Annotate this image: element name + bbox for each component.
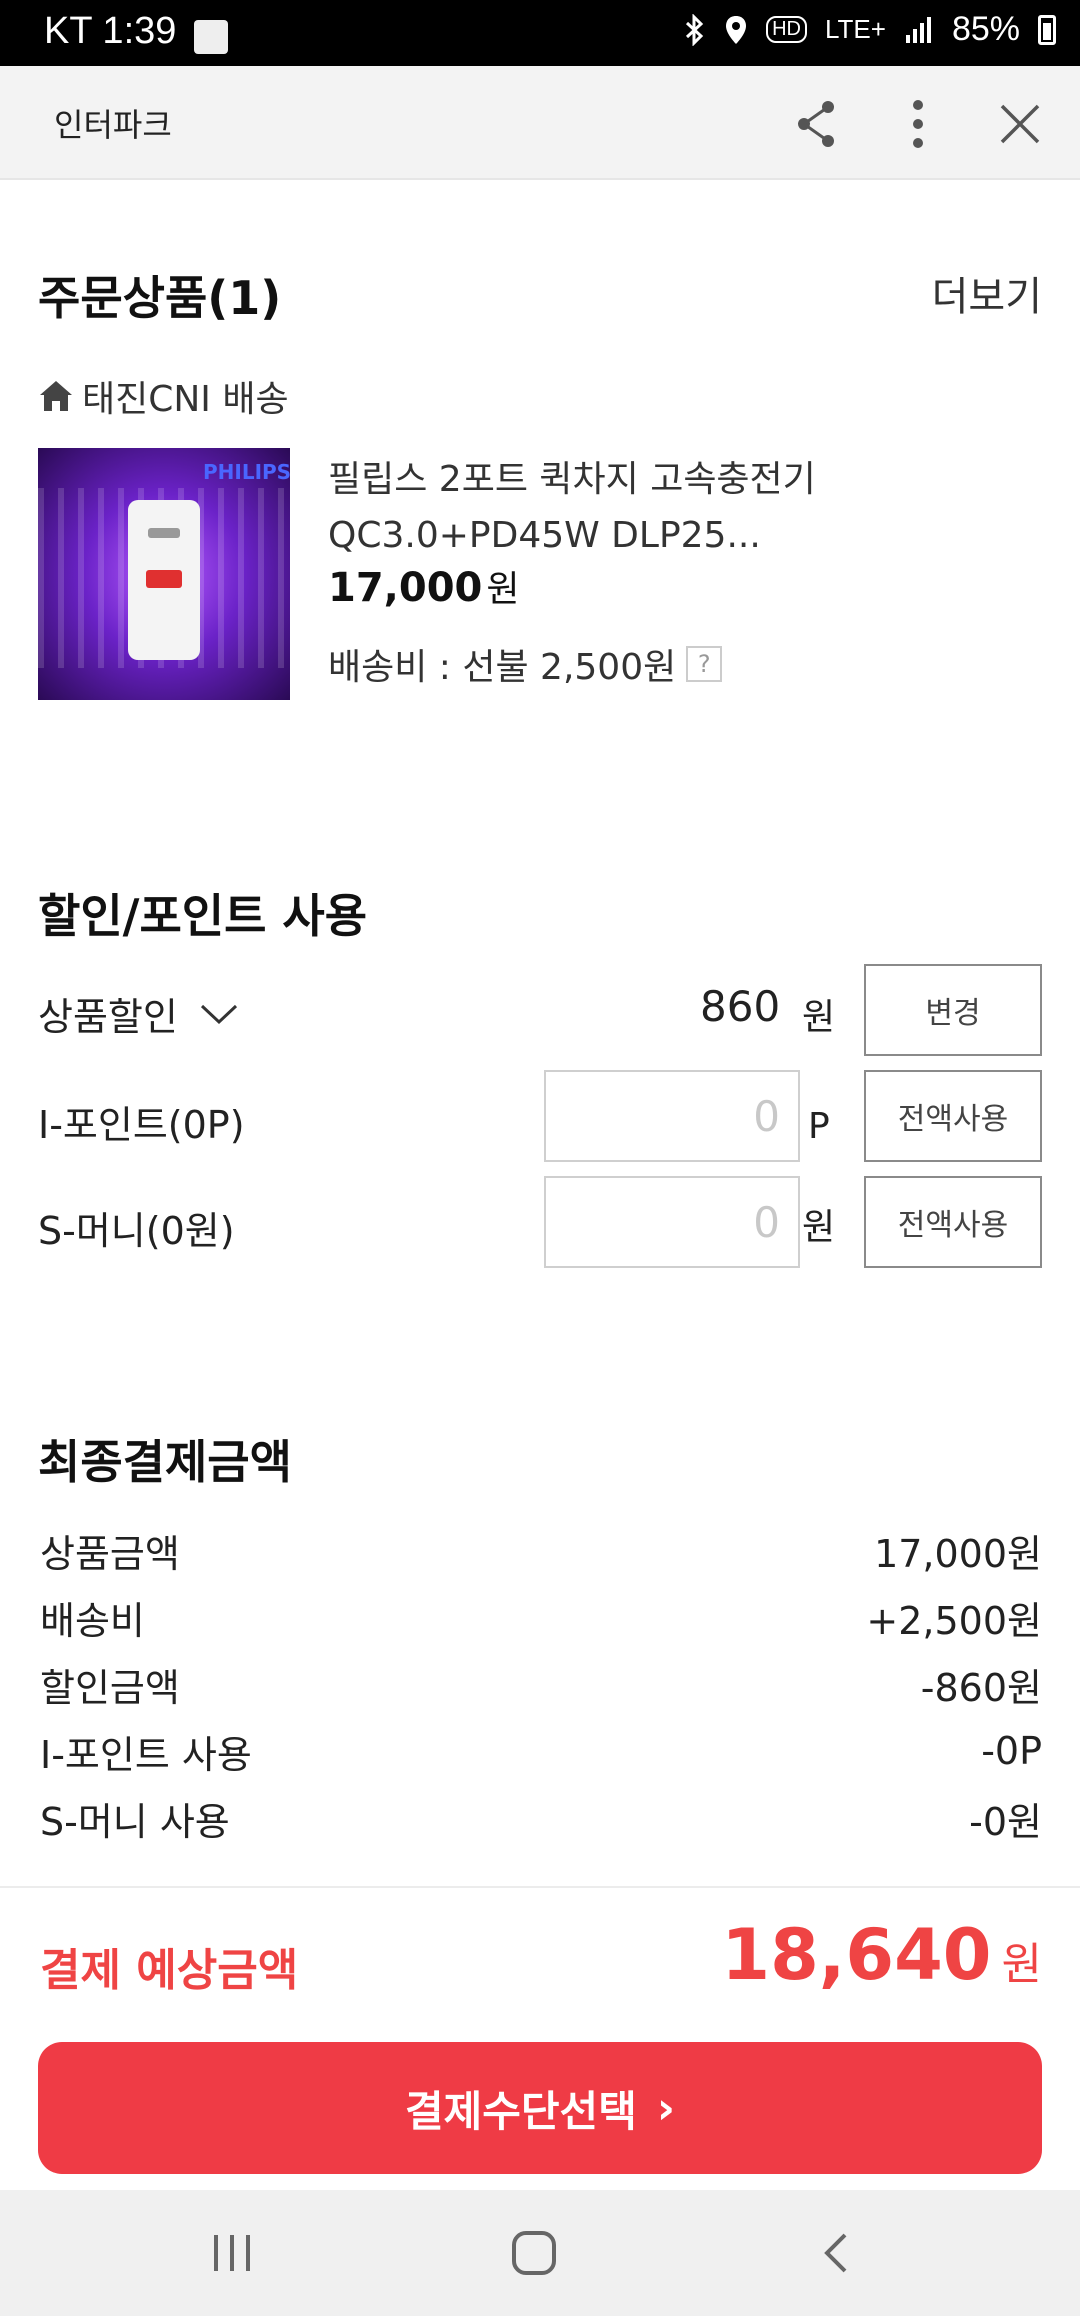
ipoint-unit: P — [808, 1106, 830, 1147]
summary-value: -0원 — [969, 1799, 1042, 1844]
price-value: 17,000 — [328, 565, 483, 611]
summary-label: S-머니 사용 — [40, 1799, 230, 1844]
summary-value: -860원 — [920, 1665, 1042, 1710]
ipoint-use-all-button[interactable]: 전액사용 — [864, 1070, 1042, 1162]
summary-label: I-포인트 사용 — [40, 1732, 252, 1777]
usb-a-port — [146, 570, 182, 588]
back-icon[interactable] — [796, 2218, 876, 2288]
summary-label: 상품금액 — [40, 1531, 180, 1576]
status-time: KT 1:39 — [44, 10, 177, 52]
product-name[interactable]: 필립스 2포트 퀵차지 고속충전기 QC3.0+PD45W DLP25... — [328, 452, 816, 564]
network-label: LTE+ — [825, 14, 886, 44]
thumb-brand: PHILIPS — [203, 460, 290, 484]
share-icon[interactable] — [786, 94, 846, 154]
bluetooth-icon — [686, 13, 704, 46]
product-thumbnail[interactable]: PHILIPS — [38, 448, 290, 700]
signal-icon — [905, 16, 931, 43]
discount-title: 할인/포인트 사용 — [38, 889, 368, 943]
summary-value: -0P — [981, 1729, 1042, 1773]
product-name-line2: QC3.0+PD45W DLP25... — [328, 515, 761, 556]
expected-amount-value: 18,640 — [721, 1914, 992, 1996]
status-bar: KT 1:39 HD LTE+ 85% — [0, 0, 1080, 66]
change-discount-button[interactable]: 변경 — [864, 964, 1042, 1056]
more-vert-icon[interactable] — [888, 94, 948, 154]
summary-value: 17,000원 — [874, 1531, 1042, 1576]
product-name-line1: 필립스 2포트 퀵차지 고속충전기 — [328, 459, 816, 500]
summary-row: 상품금액 17,000원 — [40, 1520, 1042, 1580]
app-title: 인터파크 — [54, 106, 172, 144]
expected-payment-amount: 18,640 원 — [721, 1914, 1042, 1996]
smoney-unit: 원 — [802, 1207, 836, 1248]
summary-row: I-포인트 사용 -0P — [40, 1721, 1042, 1781]
smoney-label: S-머니(0원) — [38, 1209, 235, 1253]
product-discount-value: 860 — [700, 982, 781, 1031]
usb-c-port — [148, 528, 180, 538]
order-title: 주문상품(1) — [38, 271, 282, 325]
summary-label: 배송비 — [40, 1598, 145, 1643]
smoney-input[interactable]: 0 — [544, 1176, 800, 1268]
cta-label: 결제수단선택 — [405, 2086, 637, 2136]
summary-row: S-머니 사용 -0원 — [40, 1788, 1042, 1848]
shipping-fee: 배송비 : 선불 2,500원 — [328, 647, 677, 688]
home-icon — [40, 381, 72, 411]
help-icon[interactable]: ? — [686, 646, 723, 682]
divider — [0, 1886, 1080, 1888]
battery-icon — [1038, 14, 1056, 45]
ipoint-input[interactable]: 0 — [544, 1070, 800, 1162]
chevron-down-icon — [200, 1004, 237, 1024]
battery-percent: 85% — [951, 10, 1020, 48]
location-icon — [726, 15, 747, 44]
product-discount-label: 상품할인 — [38, 995, 178, 1039]
summary-label: 할인금액 — [40, 1665, 180, 1710]
seller-row: 태진CNI 배송 — [38, 370, 289, 422]
system-nav-bar — [0, 2190, 1080, 2316]
smoney-use-all-button[interactable]: 전액사용 — [864, 1176, 1042, 1268]
status-right: HD LTE+ 85% — [684, 10, 1056, 49]
home-button-icon[interactable] — [494, 2218, 574, 2288]
summary-row: 배송비 +2,500원 — [40, 1587, 1042, 1647]
seller-name: 태진CNI 배송 — [82, 379, 289, 420]
price-unit: 원 — [486, 569, 520, 610]
more-link[interactable]: 더보기 — [932, 264, 1042, 322]
close-icon[interactable] — [990, 94, 1050, 154]
app-bar: 인터파크 — [0, 66, 1080, 180]
product-discount-toggle[interactable]: 상품할인 — [38, 986, 238, 1041]
select-payment-button[interactable]: 결제수단선택 › — [38, 2042, 1042, 2174]
summary-value: +2,500원 — [866, 1598, 1042, 1643]
expected-payment-label: 결제 예상금액 — [40, 1945, 299, 1996]
hd-icon: HD — [766, 16, 807, 43]
summary-title: 최종결제금액 — [38, 1435, 292, 1489]
ipoint-label: I-포인트(0P) — [38, 1103, 245, 1147]
recent-apps-icon[interactable] — [192, 2218, 272, 2288]
chevron-right-icon: › — [656, 2082, 675, 2134]
product-discount-unit: 원 — [802, 997, 836, 1038]
expected-amount-unit: 원 — [1001, 1939, 1042, 1990]
summary-row: 할인금액 -860원 — [40, 1654, 1042, 1714]
notification-icon — [194, 20, 228, 54]
product-price: 17,000 원 — [328, 560, 519, 612]
shipping-row: 배송비 : 선불 2,500원 ? — [328, 638, 723, 690]
